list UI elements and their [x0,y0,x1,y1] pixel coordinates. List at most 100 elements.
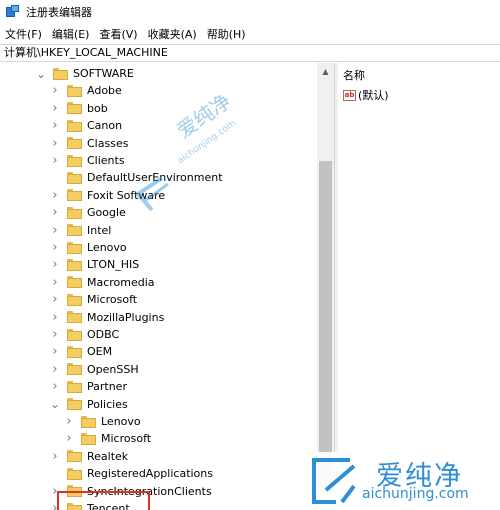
chevron-right-icon[interactable]: › [50,326,60,343]
folder-icon [67,137,82,150]
chevron-right-icon[interactable]: › [50,448,60,465]
scroll-up-arrow-icon[interactable]: ▲ [317,63,334,80]
folder-icon [67,398,82,411]
tree-item-label: LTON_HIS [87,258,140,272]
tree-item[interactable]: › OEM [50,343,112,360]
chevron-right-icon[interactable]: › [50,239,60,256]
tree-item[interactable]: › Google [50,204,126,221]
tree-item-label: Policies [87,397,128,411]
values-pane[interactable]: 名称 ab (默认) [338,63,500,510]
regedit-icon [6,5,20,19]
chevron-down-icon[interactable]: ⌄ [36,65,46,82]
tree-item-label: Partner [87,380,127,394]
value-row[interactable]: ab (默认) [343,87,389,103]
tree-item[interactable]: › MozillaPlugins [50,309,164,326]
watermark-logo-icon [134,176,169,212]
chevron-down-icon[interactable]: ⌄ [50,396,60,413]
tree-item[interactable]: › Partner [50,378,127,395]
tree-item[interactable]: › Realtek [50,448,128,465]
chevron-right-icon[interactable]: › [50,309,60,326]
tree-item-label: Canon [87,119,123,133]
tree-item[interactable]: › Microsoft [64,430,151,447]
menu-file[interactable]: 文件(F) [0,25,47,44]
folder-icon [67,241,82,254]
string-value-icon: ab [343,89,356,101]
column-header-name[interactable]: 名称 [343,67,365,83]
tree-item[interactable]: RegisteredApplications [50,465,213,482]
watermark-corner: 爱纯净 aichunjing.com [302,452,500,510]
highlight-box [57,491,150,510]
chevron-right-icon[interactable]: › [64,430,74,447]
tree-item[interactable]: › bob [50,100,108,117]
folder-icon [67,328,82,341]
menu-favorites[interactable]: 收藏夹(A) [143,25,202,44]
tree-item-label: RegisteredApplications [87,467,213,481]
tree-item-label: Google [87,206,126,220]
folder-icon [53,67,68,80]
folder-icon [67,224,82,237]
tree-item-label: SOFTWARE [73,67,134,80]
tree-item[interactable]: › Lenovo [64,413,140,430]
tree-scrollbar[interactable]: ▲ [317,63,334,510]
tree-item-label: ODBC [87,328,120,341]
tree-item-label: Intel [87,223,112,237]
tree-item[interactable]: › Intel [50,222,111,239]
chevron-right-icon[interactable]: › [50,343,60,360]
chevron-right-icon[interactable]: › [50,152,60,169]
tree-item-label: Macromedia [87,275,155,289]
tree-item-label: Classes [87,136,129,150]
menu-edit[interactable]: 编辑(E) [47,25,95,44]
expander-placeholder [50,169,60,186]
chevron-right-icon[interactable]: › [50,222,60,239]
tree-item-label: bob [87,101,108,115]
value-name: (默认) [358,89,389,102]
menu-view[interactable]: 查看(V) [94,25,142,44]
tree-item[interactable]: › Canon [50,117,122,134]
watermark-corner-logo-icon [312,458,356,504]
tree-item[interactable]: › Clients [50,152,125,169]
expander-placeholder [50,465,60,482]
scrollbar-thumb[interactable] [319,161,332,491]
tree-item[interactable]: › Macromedia [50,274,155,291]
tree-item[interactable]: ⌄ SOFTWARE [36,65,134,82]
chevron-right-icon[interactable]: › [50,187,60,204]
tree-item[interactable]: › Lenovo [50,239,126,256]
chevron-right-icon[interactable]: › [50,82,60,99]
tree-item-label: Clients [87,154,125,167]
folder-icon [67,206,82,219]
watermark-center: 爱纯净 aichunjing.com [132,89,262,218]
title-bar: 注册表编辑器 [0,0,500,24]
tree-item-label: MozillaPlugins [87,310,165,324]
tree-item[interactable]: › LTON_HIS [50,256,139,273]
chevron-right-icon[interactable]: › [50,117,60,134]
folder-icon [67,293,82,306]
menu-help[interactable]: 帮助(H) [202,25,251,44]
chevron-right-icon[interactable]: › [50,135,60,152]
folder-icon [67,119,82,132]
tree-item[interactable]: › Microsoft [50,291,137,308]
tree-item[interactable]: ⌄ Policies [50,396,128,413]
tree-item-label: Adobe [87,84,122,98]
chevron-right-icon[interactable]: › [50,256,60,273]
chevron-right-icon[interactable]: › [50,274,60,291]
folder-icon [67,467,82,480]
folder-icon [67,363,82,376]
address-bar[interactable]: 计算机\HKEY_LOCAL_MACHINE [0,44,500,62]
chevron-right-icon[interactable]: › [50,204,60,221]
chevron-right-icon[interactable]: › [50,291,60,308]
tree-item[interactable]: › Classes [50,135,128,152]
tree-item[interactable]: › OpenSSH [50,361,138,378]
chevron-right-icon[interactable]: › [50,378,60,395]
folder-icon [67,102,82,115]
folder-icon [67,276,82,289]
folder-icon [67,450,82,463]
folder-icon [67,380,82,393]
tree-item-label: Microsoft [87,293,138,307]
chevron-right-icon[interactable]: › [50,361,60,378]
folder-icon [67,171,82,184]
tree-item-label: Microsoft [101,432,152,446]
chevron-right-icon[interactable]: › [50,100,60,117]
chevron-right-icon[interactable]: › [64,413,74,430]
tree-item[interactable]: › ODBC [50,326,119,343]
tree-item[interactable]: › Adobe [50,82,122,99]
